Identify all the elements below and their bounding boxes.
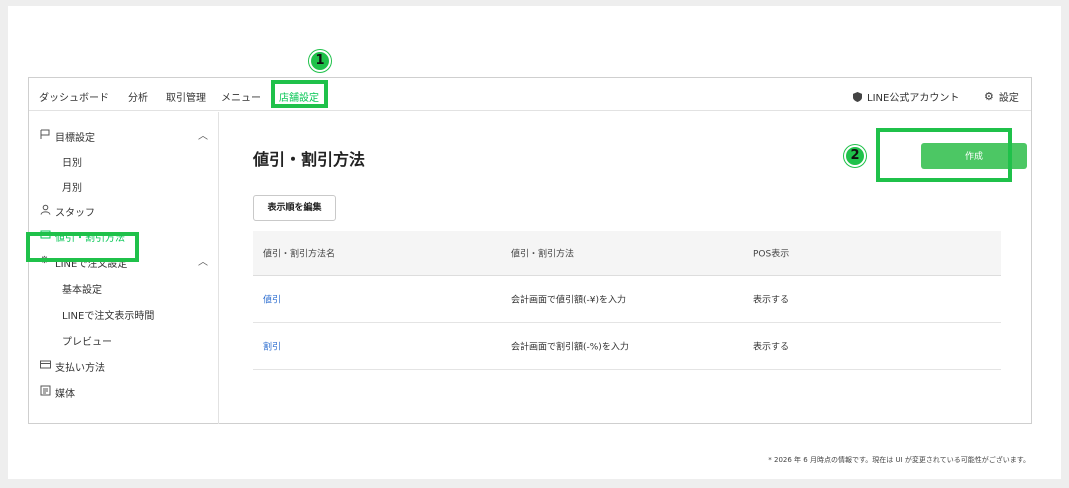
sidebar-item-label: 基本設定 <box>62 285 102 296</box>
callout-highlight-create-button <box>876 128 1012 182</box>
sidebar-item-goals[interactable]: 目標設定 ︿ <box>29 125 219 145</box>
row-name-link[interactable]: 割引 <box>263 340 281 353</box>
top-navigation: ダッシュボード 分析 取引管理 メニュー 店舗設定 LINE公式アカウント ⚙ … <box>29 78 1031 111</box>
sidebar-item-monthly[interactable]: 月別 <box>29 175 219 195</box>
callout-highlight-discount-methods <box>26 232 139 262</box>
footnote: * 2026 年 6 月時点の情報です。現在は UI が変更されている可能性がご… <box>768 456 1030 464</box>
table-header: 値引・割引方法名 値引・割引方法 POS表示 <box>253 231 1001 276</box>
card-icon <box>40 360 51 369</box>
page-title: 値引・割引方法 <box>253 150 366 169</box>
settings-label: 設定 <box>998 93 1019 104</box>
sidebar-item-label: 支払い方法 <box>55 363 105 374</box>
callout-highlight-store-settings <box>271 80 328 108</box>
gear-icon: ⚙ <box>984 90 994 103</box>
line-account-label: LINE公式アカウント <box>867 93 960 104</box>
edit-order-button[interactable]: 表示順を編集 <box>253 195 336 221</box>
callout-badge-1: 1 <box>309 50 331 72</box>
header-method: 値引・割引方法 <box>511 249 575 260</box>
sidebar-item-preview[interactable]: プレビュー <box>29 329 219 349</box>
flag-icon <box>40 129 50 139</box>
settings-link[interactable]: ⚙ 設定 <box>984 89 1019 104</box>
sidebar-item-staff[interactable]: スタッフ <box>29 200 219 220</box>
row-pos-display: 表示する <box>753 295 790 306</box>
sidebar-item-payment-methods[interactable]: 支払い方法 <box>29 355 219 375</box>
row-name-link[interactable]: 値引 <box>263 293 281 306</box>
sidebar-item-label: 媒体 <box>55 389 75 400</box>
sidebar-item-label: LINEで注文表示時間 <box>62 311 155 322</box>
person-icon <box>40 204 51 215</box>
table-row[interactable]: 値引 会計画面で値引額(-¥)を入力 表示する <box>253 276 1001 323</box>
media-icon <box>40 385 51 396</box>
discount-methods-table: 値引・割引方法名 値引・割引方法 POS表示 値引 会計画面で値引額(-¥)を入… <box>253 231 1001 370</box>
sidebar-item-label: 月別 <box>62 183 82 194</box>
line-account-link[interactable]: LINE公式アカウント <box>853 89 959 104</box>
callout-badge-2: 2 <box>844 145 866 167</box>
sidebar-item-label: プレビュー <box>62 337 112 348</box>
nav-dashboard[interactable]: ダッシュボード <box>39 89 109 104</box>
sidebar: 目標設定 ︿ 日別 月別 スタッフ 値引・割引方法 ⚙ LINEで注文設定 ︿ … <box>29 112 219 424</box>
table-row[interactable]: 割引 会計画面で割引額(-%)を入力 表示する <box>253 323 1001 370</box>
header-pos-display: POS表示 <box>753 249 790 260</box>
nav-transactions[interactable]: 取引管理 <box>166 89 206 104</box>
sidebar-item-label: 日別 <box>62 158 82 169</box>
chevron-up-icon[interactable]: ︿ <box>198 253 208 268</box>
chevron-up-icon[interactable]: ︿ <box>198 127 208 142</box>
row-method: 会計画面で割引額(-%)を入力 <box>511 342 629 353</box>
row-pos-display: 表示する <box>753 342 790 353</box>
nav-analytics[interactable]: 分析 <box>128 89 148 104</box>
sidebar-item-order-display-time[interactable]: LINEで注文表示時間 <box>29 303 219 323</box>
header-name: 値引・割引方法名 <box>263 249 336 260</box>
sidebar-item-label: スタッフ <box>55 208 95 219</box>
sidebar-item-label: 目標設定 <box>55 133 95 144</box>
sidebar-item-daily[interactable]: 日別 <box>29 150 219 170</box>
shield-icon <box>853 91 862 102</box>
sidebar-item-media[interactable]: 媒体 <box>29 381 219 401</box>
nav-menu[interactable]: メニュー <box>221 89 261 104</box>
row-method: 会計画面で値引額(-¥)を入力 <box>511 295 626 306</box>
sidebar-item-basic-settings[interactable]: 基本設定 <box>29 277 219 297</box>
